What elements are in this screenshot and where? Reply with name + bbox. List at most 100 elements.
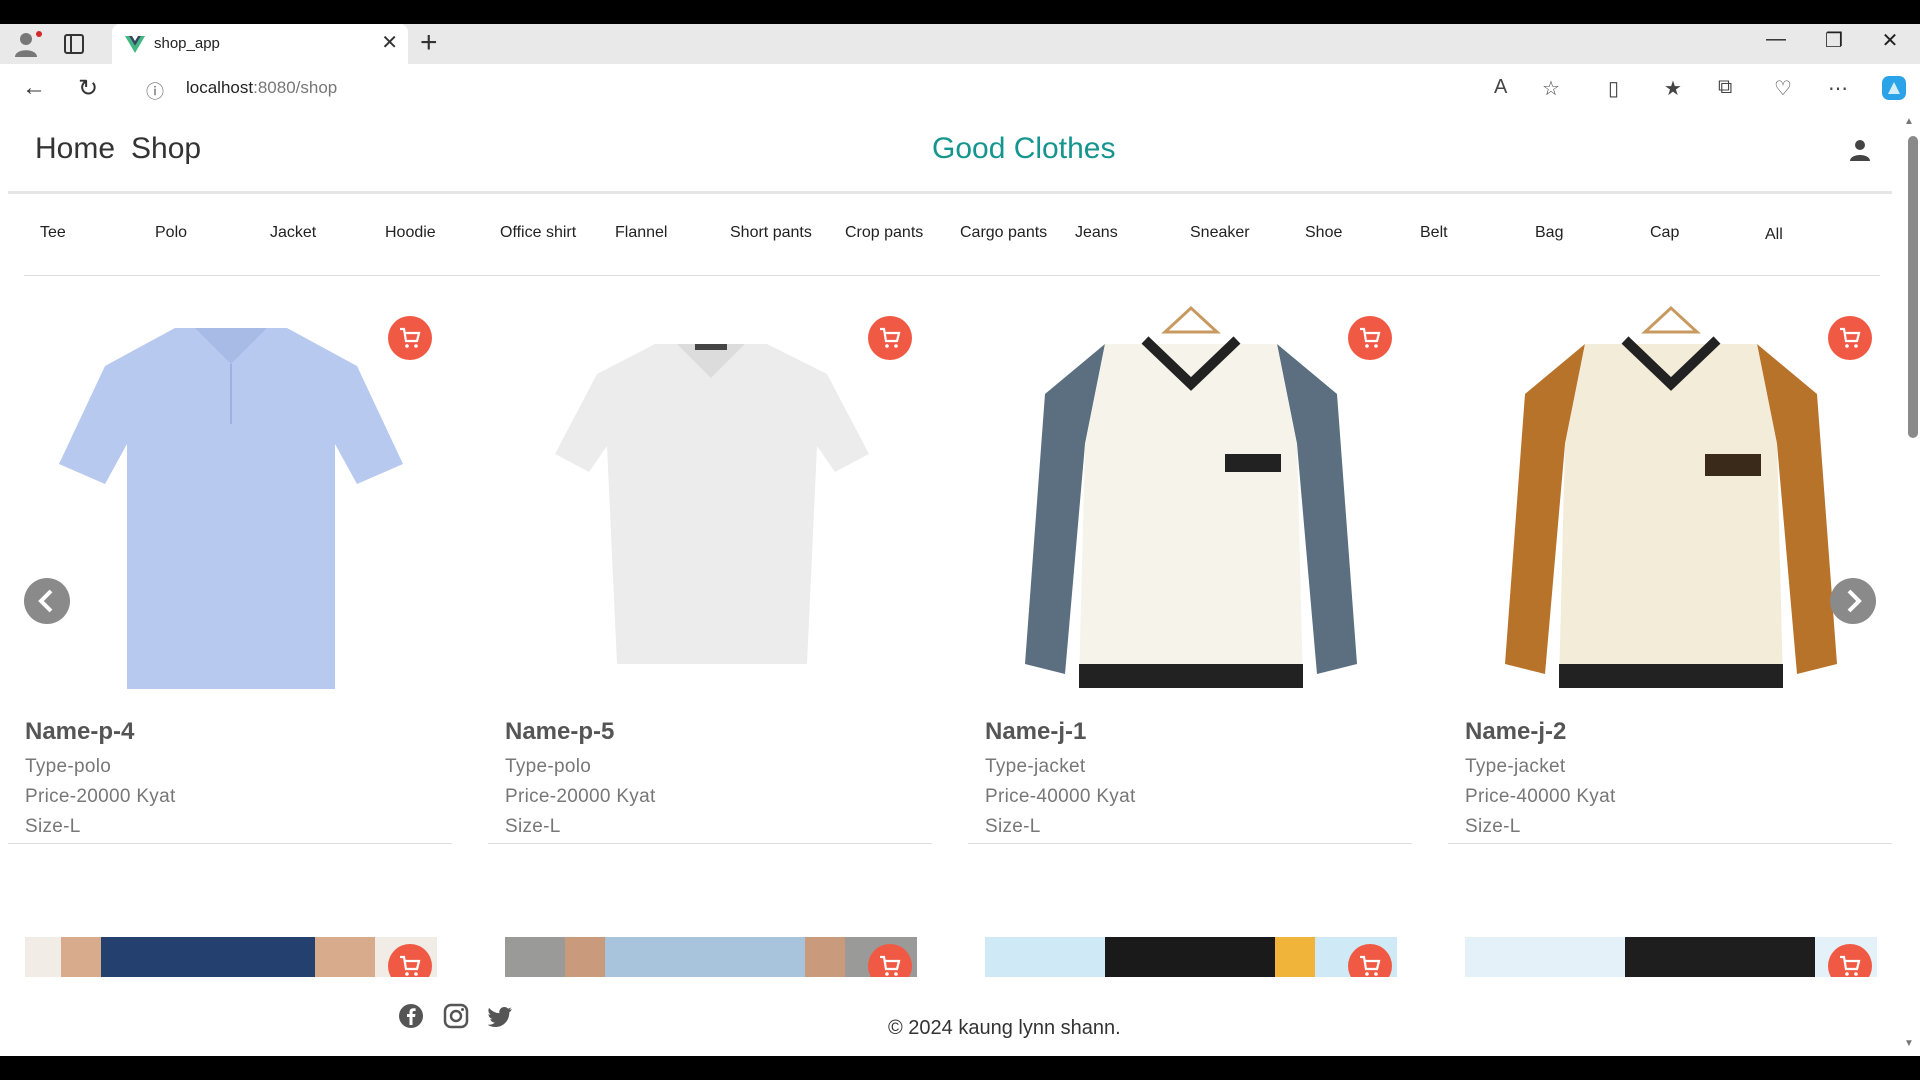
chevron-right-icon [1847,589,1862,613]
product-type: Type-jacket [985,756,1086,777]
scroll-thumb[interactable] [1908,136,1918,438]
category-short-pants[interactable]: Short pants [730,224,812,242]
category-cap[interactable]: Cap [1650,224,1679,242]
product-type: Type-polo [25,756,112,777]
instagram-icon[interactable] [443,1003,469,1029]
reload-icon[interactable]: ↻ [78,74,98,103]
browser-tab[interactable]: shop_app ✕ [112,24,408,64]
restore-icon[interactable]: ❐ [1814,28,1854,53]
category-jacket[interactable]: Jacket [270,224,316,242]
site-footer: © 2024 kaung lynn shann. [0,977,1900,1056]
category-shoe[interactable]: Shoe [1305,224,1342,242]
category-belt[interactable]: Belt [1420,224,1448,242]
carousel-next-button[interactable] [1830,578,1876,624]
product-image-black-tee[interactable] [985,937,1397,977]
product-type: Type-jacket [1465,756,1566,777]
page-scrollbar[interactable]: ▲ ▼ [1900,112,1920,1056]
cart-icon [1360,955,1381,976]
site-header: Home Shop Good Clothes [8,112,1892,194]
collections-icon[interactable]: ⧉ [1718,76,1732,99]
category-flannel[interactable]: Flannel [615,224,667,242]
copilot-icon[interactable] [1880,74,1908,102]
cart-icon [880,327,901,348]
tab-title: shop_app [154,35,220,52]
minimize-icon[interactable]: — [1756,28,1796,51]
read-aloud-icon[interactable]: A [1494,76,1507,99]
category-cargo-pants[interactable]: Cargo pants [960,224,1047,242]
product-image-grey-varsity-jacket[interactable] [985,304,1397,704]
product-image-brown-varsity-jacket[interactable] [1465,304,1877,704]
category-hoodie[interactable]: Hoodie [385,224,436,242]
product-image-light-jeans[interactable] [505,937,917,977]
product-card[interactable]: Name-p-5 Type-polo Price-20000 Kyat Size… [488,304,932,844]
add-to-cart-button[interactable] [1828,316,1872,360]
cart-icon [400,327,421,348]
profile-icon[interactable] [12,30,44,58]
product-price: Price-40000 Kyat [985,786,1136,807]
product-name: Name-p-5 [505,718,615,745]
product-card[interactable]: Name-j-2 Type-jacket Price-40000 Kyat Si… [1448,304,1892,844]
facebook-icon[interactable] [398,1003,424,1029]
split-screen-icon[interactable]: ▯ [1608,76,1619,101]
url-path: :8080/shop [253,78,338,97]
vue-favicon-icon [125,36,145,53]
screen: shop_app ✕ + — ❐ ✕ ← ↻ ⓘ localhost:8080/… [0,0,1920,1080]
window-close-icon[interactable]: ✕ [1870,28,1910,53]
cart-icon [400,955,421,976]
category-office-shirt[interactable]: Office shirt [500,224,576,242]
copyright-text: © 2024 kaung lynn shann. [888,1017,1121,1039]
page: Home Shop Good Clothes Tee Polo Jacket H… [0,112,1920,1056]
site-info-icon[interactable]: ⓘ [146,78,164,104]
product-card[interactable]: Name-j-1 Type-jacket Price-40000 Kyat Si… [968,304,1412,844]
cart-icon [1840,955,1861,976]
new-tab-icon[interactable]: + [420,28,438,58]
product-type: Type-polo [505,756,592,777]
product-price: Price-40000 Kyat [1465,786,1616,807]
category-tee[interactable]: Tee [40,224,66,242]
back-icon[interactable]: ← [22,74,46,102]
favorite-star-icon[interactable]: ☆ [1542,76,1560,101]
product-price: Price-20000 Kyat [505,786,656,807]
cart-icon [1840,327,1861,348]
browser-address-bar: ← ↻ ⓘ localhost:8080/shop A ☆ ▯ ★ ⧉ ♡ ⋯ [0,64,1920,112]
product-size: Size-L [505,816,561,837]
chevron-left-icon [38,589,53,613]
twitter-icon[interactable] [488,1003,514,1029]
url-host: localhost [186,78,254,97]
browser-essentials-icon[interactable]: ♡ [1774,76,1792,101]
scroll-down-icon[interactable]: ▼ [1904,1038,1914,1049]
nav-home-link[interactable]: Home [35,132,115,166]
product-name: Name-j-2 [1465,718,1567,745]
url-field[interactable]: localhost:8080/shop [186,78,337,98]
add-to-cart-button[interactable] [388,316,432,360]
tab-actions-icon[interactable] [64,34,84,54]
user-icon[interactable] [1848,138,1872,162]
favorites-icon[interactable]: ★ [1664,76,1682,101]
category-sneaker[interactable]: Sneaker [1190,224,1250,242]
cart-icon [880,955,901,976]
carousel-prev-button[interactable] [24,578,70,624]
product-image-white-polo[interactable] [505,304,917,704]
product-size: Size-L [25,816,81,837]
nav-shop-link[interactable]: Shop [131,132,201,166]
brand-title[interactable]: Good Clothes [932,132,1115,166]
add-to-cart-button[interactable] [868,316,912,360]
category-polo[interactable]: Polo [155,224,187,242]
product-size: Size-L [985,816,1041,837]
product-image-jeans[interactable] [25,937,437,977]
product-card[interactable]: Name-p-4 Type-polo Price-20000 Kyat Size… [8,304,452,844]
more-menu-icon[interactable]: ⋯ [1828,76,1848,101]
scroll-up-icon[interactable]: ▲ [1904,116,1914,127]
browser-tab-bar: shop_app ✕ + — ❐ ✕ [0,24,1920,64]
category-bag[interactable]: Bag [1535,224,1563,242]
category-crop-pants[interactable]: Crop pants [845,224,923,242]
product-price: Price-20000 Kyat [25,786,176,807]
product-image-blue-polo[interactable] [25,304,437,704]
product-image-black-shirt[interactable] [1465,937,1877,977]
category-bar: Tee Polo Jacket Hoodie Office shirt Flan… [24,194,1880,276]
add-to-cart-button[interactable] [1348,316,1392,360]
category-jeans[interactable]: Jeans [1075,224,1118,242]
cart-icon [1360,327,1381,348]
category-all[interactable]: All [1765,226,1783,244]
tab-close-icon[interactable]: ✕ [381,32,398,54]
